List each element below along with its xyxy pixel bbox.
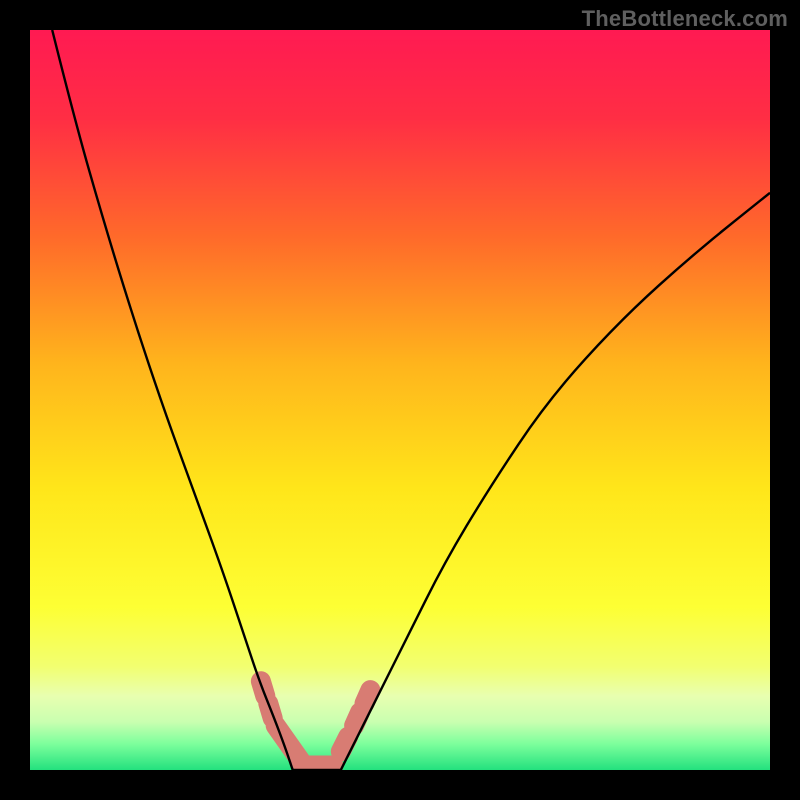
trough-marker-segment [364,690,370,703]
trough-marker-segment [341,737,348,752]
chart-svg [30,30,770,770]
gradient-background [30,30,770,770]
watermark-text: TheBottleneck.com [582,6,788,32]
outer-frame: TheBottleneck.com [0,0,800,800]
plot-area [30,30,770,770]
trough-marker-segment [354,712,360,725]
